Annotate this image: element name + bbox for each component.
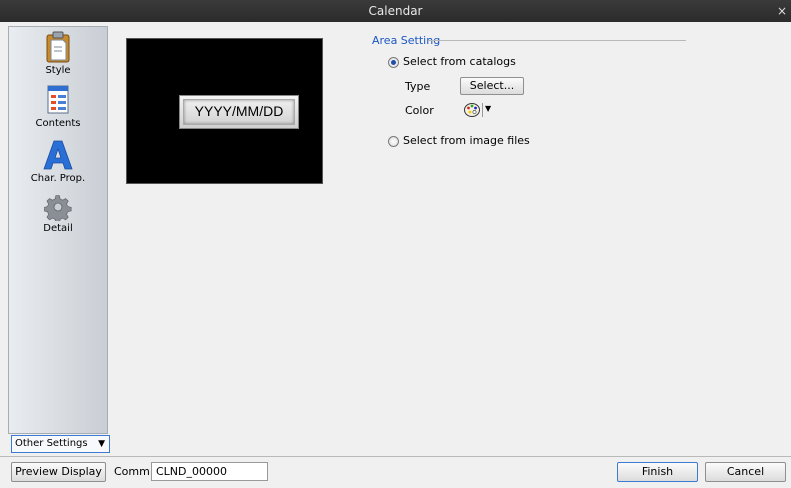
- finish-button[interactable]: Finish: [617, 462, 698, 482]
- chevron-down-icon: ▼: [485, 104, 492, 113]
- sidebar-item-detail[interactable]: Detail: [9, 193, 107, 234]
- cancel-button[interactable]: Cancel: [705, 462, 786, 482]
- preview-display-button[interactable]: Preview Display: [11, 462, 106, 482]
- sidebar-item-label: Char. Prop.: [30, 173, 86, 184]
- sidebar-item-char-prop[interactable]: Char. Prop.: [9, 139, 107, 184]
- footer-divider: [0, 456, 791, 457]
- sidebar-item-contents[interactable]: Contents: [9, 84, 107, 129]
- other-settings-dropdown[interactable]: Other Settings ▼: [11, 435, 110, 453]
- select-from-catalogs-label: Select from catalogs: [403, 55, 516, 68]
- sidebar: Style Contents Char. Prop. Detail: [8, 26, 108, 434]
- select-from-image-files-label: Select from image files: [403, 134, 530, 147]
- letter-a-icon: [43, 140, 73, 170]
- calendar-preview-widget: YYYY/MM/DD: [179, 95, 299, 129]
- palette-icon: [464, 103, 480, 117]
- title-bar: Calendar ×: [0, 0, 791, 22]
- sidebar-item-label: Contents: [35, 118, 81, 129]
- list-document-icon: [47, 85, 69, 114]
- type-label: Type: [405, 80, 431, 93]
- comm-label: Comm: [114, 465, 150, 478]
- color-label: Color: [405, 104, 434, 117]
- group-divider: [428, 40, 686, 41]
- select-from-image-files-radio[interactable]: [388, 136, 399, 147]
- color-picker-button[interactable]: ▼: [463, 101, 495, 119]
- sidebar-item-label: Style: [45, 65, 71, 76]
- picker-separator: [482, 103, 483, 117]
- sidebar-item-label: Detail: [43, 223, 73, 234]
- type-select-button[interactable]: Select...: [460, 77, 524, 95]
- sidebar-item-style[interactable]: Style: [9, 31, 107, 76]
- preview-pane: YYYY/MM/DD: [126, 38, 323, 184]
- select-from-catalogs-radio[interactable]: [388, 57, 399, 68]
- close-icon[interactable]: ×: [777, 0, 787, 22]
- gear-icon: [44, 195, 72, 221]
- clipboard-icon: [46, 31, 70, 63]
- window-title: Calendar: [368, 4, 423, 18]
- other-settings-label: Other Settings: [15, 438, 88, 449]
- comm-input[interactable]: [151, 462, 268, 481]
- chevron-down-icon: ▼: [98, 439, 105, 449]
- calendar-format-text: YYYY/MM/DD: [183, 99, 295, 125]
